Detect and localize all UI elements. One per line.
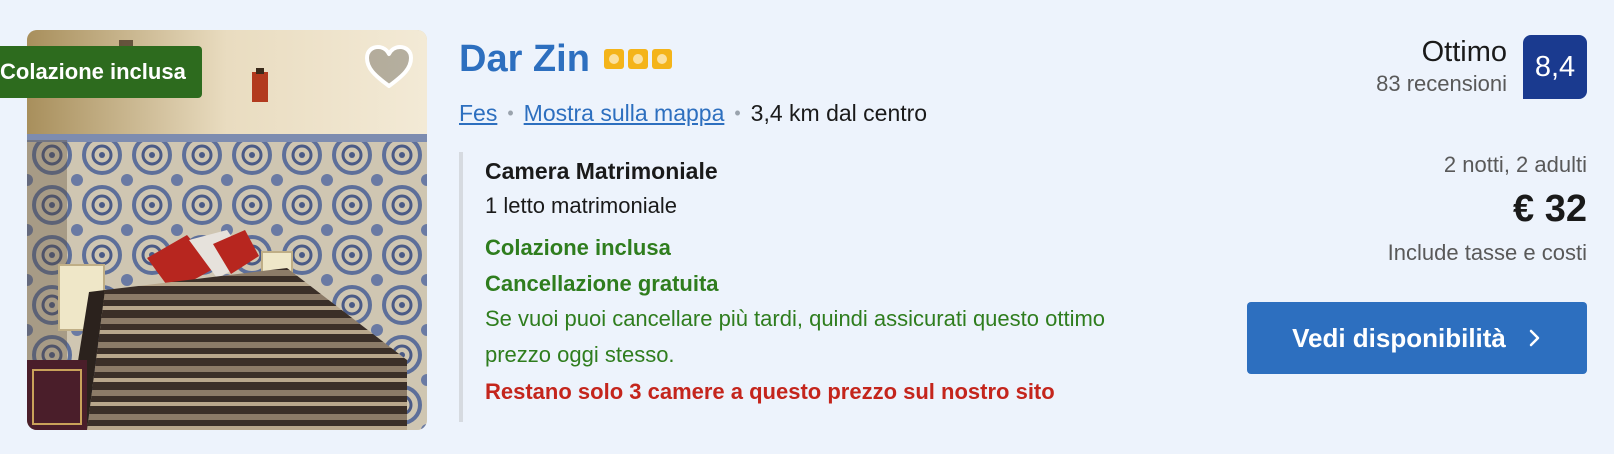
show-on-map-link[interactable]: Mostra sulla mappa (524, 98, 725, 128)
cancellation-note: Se vuoi puoi cancellare più tardi, quind… (485, 306, 1106, 367)
review-score[interactable]: Ottimo 83 recensioni 8,4 (1376, 35, 1587, 99)
location-row: Fes • Mostra sulla mappa • 3,4 km dal ce… (459, 98, 927, 128)
heart-icon (365, 45, 413, 88)
rating-text: Ottimo 83 recensioni (1376, 35, 1507, 99)
rating-word: Ottimo (1421, 36, 1507, 68)
property-card: Colazione inclusa Dar Zin Fes • Mostra s… (0, 0, 1614, 454)
taxes-note: Include tasse e costi (1387, 240, 1587, 265)
title-row: Dar Zin (459, 36, 672, 82)
distance-text: 3,4 km dal centro (750, 100, 928, 126)
room-name: Camera Matrimoniale (485, 158, 718, 184)
hotel-name-link[interactable]: Dar Zin (459, 36, 590, 82)
separator-dot: • (734, 103, 741, 123)
see-availability-button[interactable]: Vedi disponibilità (1247, 302, 1587, 374)
bed-info: 1 letto matrimoniale (485, 193, 677, 218)
star-icon (651, 49, 672, 69)
score-badge: 8,4 (1523, 35, 1587, 99)
separator-dot: • (507, 103, 514, 123)
room-details: Camera Matrimoniale 1 letto matrimoniale… (459, 152, 1159, 422)
review-count: 83 recensioni (1376, 71, 1507, 96)
city-link[interactable]: Fes (459, 98, 497, 128)
price: € 32 (1513, 188, 1587, 230)
breakfast-included: Colazione inclusa (485, 235, 671, 260)
favorite-button[interactable] (364, 44, 414, 90)
chevron-right-icon (1529, 329, 1540, 347)
breakfast-badge: Colazione inclusa (0, 46, 202, 98)
see-availability-label: Vedi disponibilità (1292, 322, 1506, 353)
star-icon (627, 49, 648, 69)
stay-details: 2 notti, 2 adulti (1443, 152, 1587, 177)
star-icon (603, 49, 624, 69)
free-cancellation: Cancellazione gratuita (485, 271, 719, 296)
price-block: 2 notti, 2 adulti € 32 Include tasse e c… (1388, 150, 1587, 268)
star-rating (603, 49, 672, 69)
scarcity-message: Restano solo 3 camere a questo prezzo su… (485, 379, 1055, 404)
